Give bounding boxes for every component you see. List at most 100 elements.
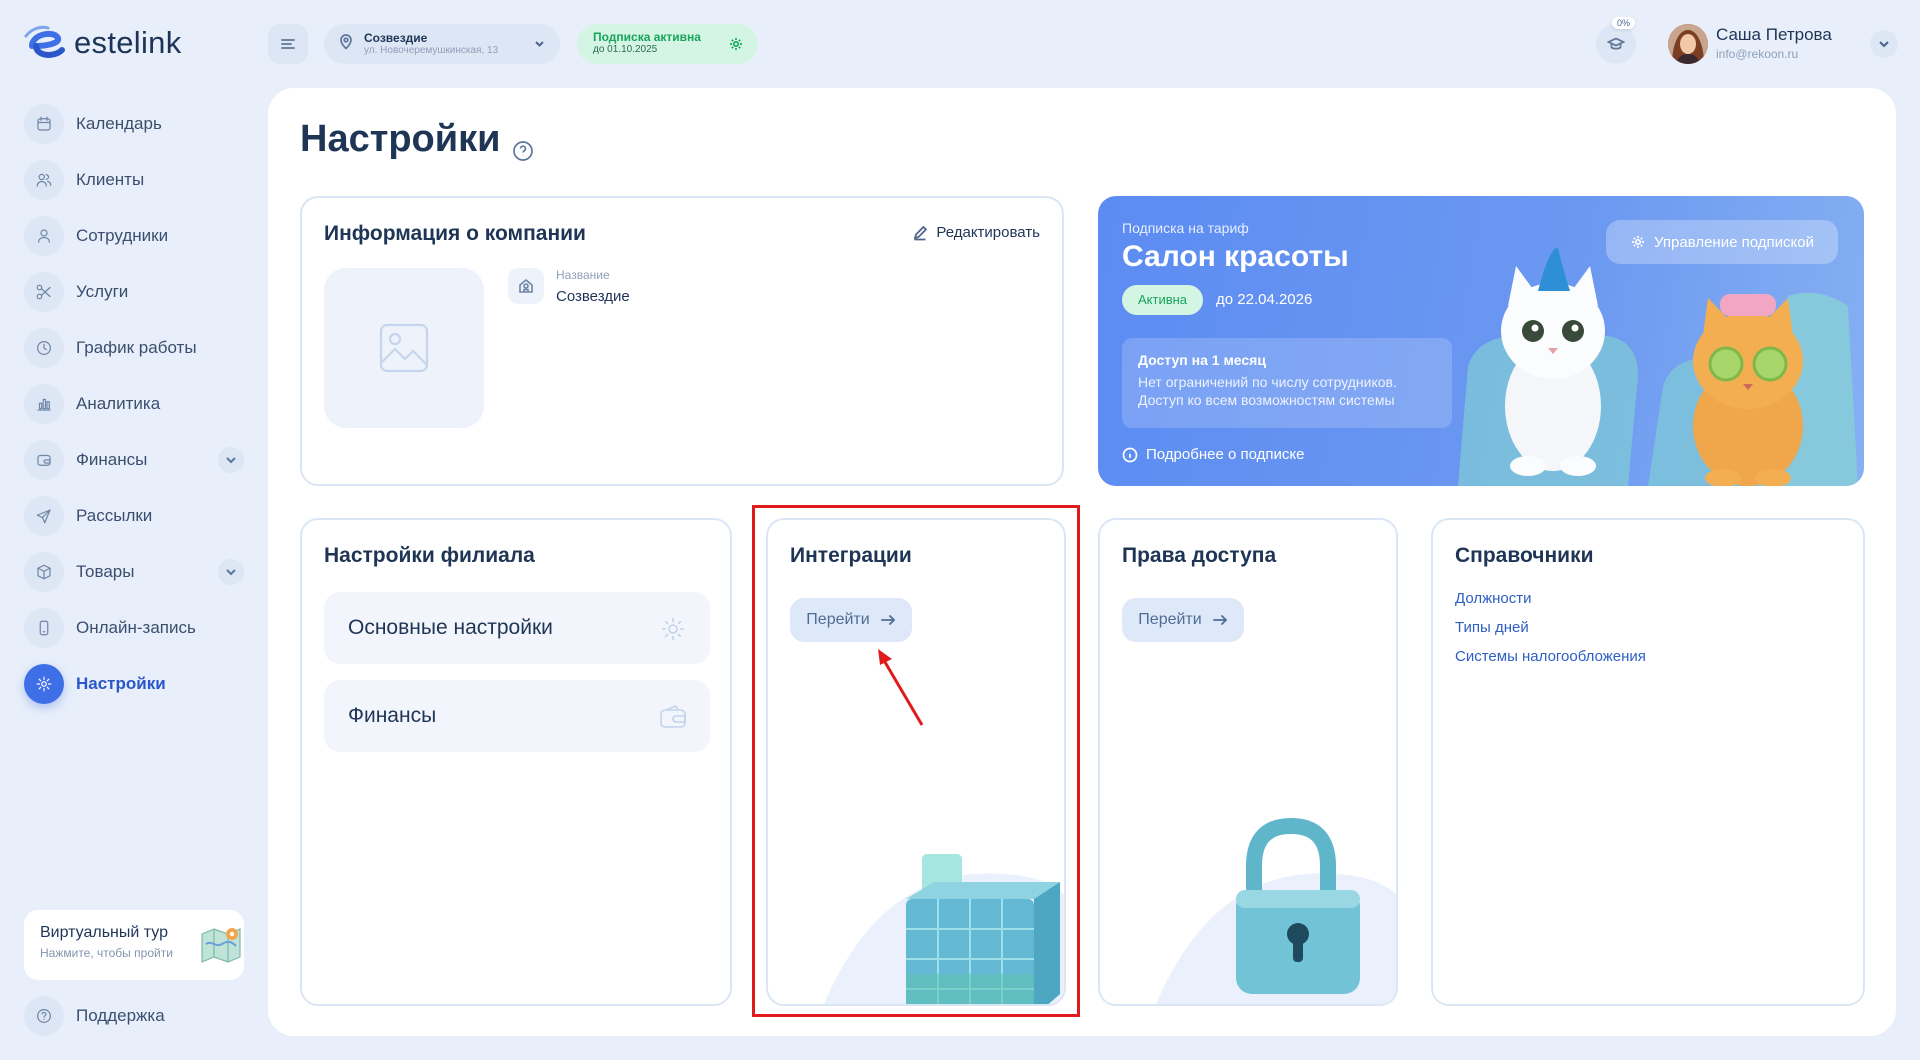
sidebar-item-services[interactable]: Услуги [24, 264, 244, 320]
page-title: Настройки [300, 118, 534, 161]
gear-icon [1632, 236, 1645, 248]
status-badge: Активна [1122, 285, 1204, 315]
app-logo[interactable]: estelink [24, 24, 182, 62]
sidebar-item-label: Услуги [76, 282, 129, 301]
go-label: Перейти [806, 611, 870, 628]
menu-icon [281, 39, 295, 49]
arrow-right-icon [880, 615, 895, 625]
phone-icon [24, 608, 64, 648]
onboarding-progress-button[interactable] [1596, 24, 1636, 64]
box-icon [24, 552, 64, 592]
manage-subscription-label: Управление подпиской [1654, 233, 1814, 251]
sidebar-item-calendar[interactable]: Календарь [24, 96, 244, 152]
reference-link-positions[interactable]: Должности [1455, 590, 1532, 607]
chevron-down-icon[interactable] [218, 447, 244, 473]
logo-text: estelink [74, 25, 182, 60]
sidebar-item-label: Рассылки [76, 506, 153, 525]
wallet-icon [24, 440, 64, 480]
virtual-tour-card[interactable]: Виртуальный тур Нажмите, чтобы пройти [24, 910, 244, 980]
image-placeholder-icon [379, 323, 429, 373]
gear-icon [658, 614, 688, 650]
chevron-down-icon [1879, 41, 1889, 48]
support-label: Поддержка [76, 1006, 165, 1025]
help-icon[interactable] [512, 129, 534, 161]
subscription-plan: Салон красоты [1122, 240, 1349, 273]
references-card: Справочники Должности Типы дней Системы … [1431, 518, 1865, 1006]
integrations-go-button[interactable]: Перейти [790, 598, 912, 642]
scissors-icon [24, 272, 64, 312]
sidebar-item-schedule[interactable]: График работы [24, 320, 244, 376]
chevron-down-icon[interactable] [218, 559, 244, 585]
gear-icon [24, 664, 64, 704]
sidebar-item-label: Аналитика [76, 394, 161, 413]
basic-settings-row[interactable]: Основные настройки [324, 592, 710, 664]
manage-subscription-button[interactable]: Управление подпиской [1606, 220, 1838, 264]
subscription-caption: Подписка на тариф [1122, 220, 1249, 236]
sidebar-item-label: Календарь [76, 114, 162, 133]
user-name[interactable]: Саша Петрова [1716, 25, 1832, 45]
employees-icon [24, 216, 64, 256]
sidebar-item-analytics[interactable]: Аналитика [24, 376, 244, 432]
branch-address: ул. Новочеремушкинская, 13 [364, 45, 499, 57]
sidebar: Календарь Клиенты Сотрудники Услуги Граф… [24, 96, 244, 712]
sidebar-item-label: Финансы [76, 450, 148, 469]
gear-icon [728, 36, 744, 57]
company-info-title: Информация о компании [324, 222, 586, 245]
avatar[interactable] [1668, 24, 1708, 64]
support-link[interactable]: Поддержка [24, 996, 165, 1036]
sidebar-item-label: График работы [76, 338, 197, 357]
company-info-card: Информация о компании Редактировать Назв… [300, 196, 1064, 486]
branch-settings-title: Настройки филиала [324, 544, 535, 567]
integrations-card: Интеграции Перейти [766, 518, 1066, 1006]
sidebar-item-label: Настройки [76, 674, 166, 693]
access-line-2: Доступ ко всем возможностям системы [1138, 391, 1395, 408]
subscription-details-link[interactable]: Подробнее о подписке [1122, 446, 1304, 463]
sidebar-item-finance[interactable]: Финансы [24, 432, 244, 488]
company-name-value: Созвездие [556, 288, 630, 305]
access-rights-go-button[interactable]: Перейти [1122, 598, 1244, 642]
subscription-pill-title: Подписка активна [593, 30, 701, 44]
sidebar-item-employees[interactable]: Сотрудники [24, 208, 244, 264]
company-logo-upload[interactable] [324, 268, 484, 428]
reference-link-day-types[interactable]: Типы дней [1455, 619, 1529, 636]
page-title-text: Настройки [300, 118, 501, 160]
company-name-label: Название [556, 268, 610, 282]
reference-link-tax-systems[interactable]: Системы налогообложения [1455, 648, 1646, 665]
access-rights-title: Права доступа [1122, 544, 1277, 567]
sidebar-item-online-booking[interactable]: Онлайн-запись [24, 600, 244, 656]
references-title: Справочники [1455, 544, 1594, 567]
branch-selector[interactable]: Созвездие ул. Новочеремушкинская, 13 [324, 24, 560, 64]
subscription-banner: Подписка на тариф Салон красоты Активна … [1098, 196, 1864, 486]
map-icon [201, 928, 241, 963]
access-line-1: Нет ограничений по числу сотрудников. [1138, 374, 1397, 390]
progress-badge: 0% [1612, 17, 1636, 29]
wallet-icon [658, 702, 688, 738]
sidebar-item-clients[interactable]: Клиенты [24, 152, 244, 208]
location-pin-icon [338, 33, 354, 55]
sidebar-item-goods[interactable]: Товары [24, 544, 244, 600]
arrow-right-icon [1212, 615, 1227, 625]
go-label: Перейти [1138, 611, 1202, 628]
finance-settings-row[interactable]: Финансы [324, 680, 710, 752]
sidebar-item-settings[interactable]: Настройки [24, 656, 244, 712]
help-circle-icon [24, 996, 64, 1036]
cube-illustration [824, 854, 1064, 1004]
sidebar-item-label: Сотрудники [76, 226, 169, 245]
branch-settings-card: Настройки филиала Основные настройки Фин… [300, 518, 732, 1006]
chart-icon [24, 384, 64, 424]
building-icon [508, 268, 544, 304]
edit-company-button[interactable]: Редактировать [912, 224, 1040, 241]
sidebar-item-mailings[interactable]: Рассылки [24, 488, 244, 544]
user-menu-chevron[interactable] [1870, 30, 1898, 58]
padlock-illustration [1156, 817, 1396, 1004]
finance-settings-label: Финансы [348, 704, 437, 727]
clients-icon [24, 160, 64, 200]
user-email: info@rekoon.ru [1716, 47, 1799, 61]
cats-illustration [1458, 247, 1858, 486]
subscription-status-pill[interactable]: Подписка активна до 01.10.2025 [577, 24, 758, 64]
logo-mark-icon [24, 24, 66, 62]
edit-label: Редактировать [936, 224, 1040, 241]
subscription-details-label: Подробнее о подписке [1146, 446, 1305, 463]
menu-toggle-button[interactable] [268, 24, 308, 64]
subscription-until: до 22.04.2026 [1216, 291, 1313, 308]
